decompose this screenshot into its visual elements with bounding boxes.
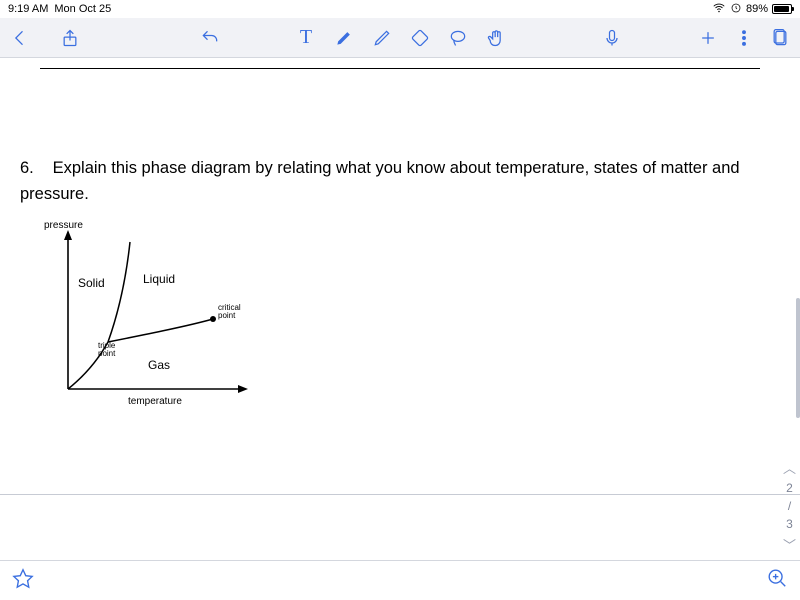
question-number: 6.	[20, 156, 48, 182]
favorite-button[interactable]	[12, 567, 34, 594]
hand-tool-button[interactable]	[486, 28, 506, 48]
more-button[interactable]	[734, 28, 754, 48]
page-up-icon[interactable]: ︿	[783, 458, 796, 477]
eraser-tool-button[interactable]	[410, 28, 430, 48]
solid-region-label: Solid	[78, 276, 105, 290]
x-axis-label: temperature	[128, 396, 182, 407]
share-button[interactable]	[60, 28, 80, 48]
app-toolbar: T	[0, 18, 800, 58]
undo-button[interactable]	[200, 28, 220, 48]
marker-tool-button[interactable]	[334, 28, 354, 48]
status-time: 9:19 AM	[8, 3, 48, 15]
question-text: Explain this phase diagram by relating w…	[20, 159, 740, 203]
status-date: Mon Oct 25	[54, 3, 111, 15]
critical-point-label: critical point	[218, 304, 241, 320]
triple-point-label: triple point	[98, 342, 115, 358]
wifi-icon	[712, 1, 726, 18]
page-counter[interactable]: ︿ 2 / 3 ﹀	[783, 458, 796, 554]
document-viewport[interactable]: 6. Explain this phase diagram by relatin…	[0, 58, 800, 560]
pen-tool-button[interactable]	[372, 28, 392, 48]
phase-diagram-figure: pressure temperature Solid Liquid Gas tr…	[48, 224, 258, 414]
battery-icon	[772, 4, 792, 14]
gas-region-label: Gas	[148, 358, 170, 372]
current-page: 2	[786, 481, 793, 495]
page-break-line	[0, 494, 800, 495]
page-down-icon[interactable]: ﹀	[783, 535, 796, 554]
zoom-in-button[interactable]	[766, 567, 788, 594]
back-button[interactable]	[10, 28, 30, 48]
liquid-region-label: Liquid	[143, 272, 175, 286]
battery-percent: 89%	[746, 3, 768, 15]
bottom-toolbar	[0, 560, 800, 600]
y-axis-label: pressure	[44, 220, 83, 231]
text-tool-button[interactable]: T	[296, 28, 316, 48]
prev-question-cutoff	[40, 68, 760, 69]
orientation-lock-icon	[730, 2, 742, 17]
microphone-button[interactable]	[602, 28, 622, 48]
scroll-indicator[interactable]	[796, 298, 800, 418]
ipad-status-bar: 9:19 AM Mon Oct 25 89%	[0, 0, 800, 18]
clipboard-button[interactable]	[770, 28, 790, 48]
total-pages: 3	[786, 517, 793, 531]
page-sep: /	[788, 499, 791, 513]
question-6: 6. Explain this phase diagram by relatin…	[20, 156, 740, 207]
lasso-tool-button[interactable]	[448, 28, 468, 48]
add-button[interactable]	[698, 28, 718, 48]
